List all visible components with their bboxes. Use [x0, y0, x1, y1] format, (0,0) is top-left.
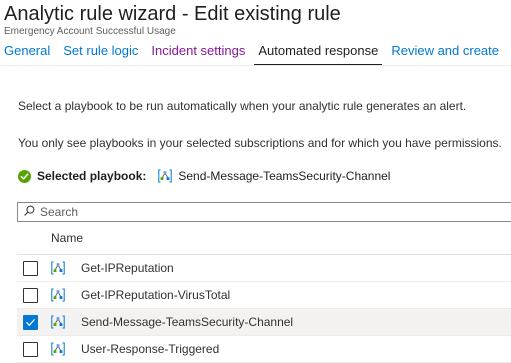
logic-app-icon — [51, 288, 65, 302]
search-box[interactable] — [17, 202, 511, 222]
page-subtitle: Emergency Account Successful Usage — [4, 26, 176, 37]
table-row[interactable]: Get-IPReputation — [17, 255, 511, 282]
selected-playbook-status: Selected playbook: Send-Message-TeamsSec… — [18, 167, 390, 185]
instruction-text: Select a playbook to be run automaticall… — [18, 99, 467, 113]
row-checkbox[interactable] — [23, 341, 38, 357]
checkmark-icon — [26, 318, 35, 326]
row-checkbox[interactable] — [23, 314, 38, 330]
name-column-header[interactable]: Name — [51, 231, 83, 246]
page-header: Analytic rule wizard - Edit existing rul… — [4, 2, 341, 38]
table-row[interactable]: User-Response-Triggered — [17, 336, 511, 363]
logic-app-icon — [51, 342, 65, 356]
playbook-name: User-Response-Triggered — [81, 342, 220, 356]
table-row[interactable]: Send-Message-TeamsSecurity-Channel — [17, 309, 511, 336]
tab-set-rule-logic[interactable]: Set rule logic — [59, 38, 142, 66]
row-checkbox[interactable] — [23, 260, 38, 276]
playbook-name: Send-Message-TeamsSecurity-Channel — [81, 315, 294, 329]
logic-app-icon — [51, 261, 65, 275]
search-icon — [24, 203, 35, 221]
playbook-name: Get-IPReputation-VirusTotal — [81, 288, 231, 302]
row-checkbox[interactable] — [23, 287, 38, 303]
search-input[interactable] — [40, 205, 440, 219]
permissions-note: You only see playbooks in your selected … — [18, 136, 502, 150]
wizard-tabs: General Set rule logic Incident settings… — [0, 38, 511, 66]
table-row[interactable]: Get-IPReputation-VirusTotal — [17, 282, 511, 309]
tab-automated-response[interactable]: Automated response — [254, 38, 383, 66]
selected-playbook-label: Selected playbook: — [37, 169, 147, 183]
tabs-divider — [0, 65, 511, 66]
tab-incident-settings[interactable]: Incident settings — [147, 38, 249, 66]
playbook-list: Get-IPReputation Get-IPReputation-VirusT… — [17, 255, 511, 363]
success-check-icon — [18, 169, 31, 183]
logic-app-icon — [51, 315, 65, 329]
logic-app-icon — [158, 169, 173, 183]
tab-review-and-create[interactable]: Review and create — [387, 38, 503, 66]
selected-playbook-name: Send-Message-TeamsSecurity-Channel — [178, 169, 391, 183]
playbook-name: Get-IPReputation — [81, 261, 174, 275]
tab-general[interactable]: General — [0, 38, 54, 66]
page-title: Analytic rule wizard - Edit existing rul… — [4, 3, 341, 25]
